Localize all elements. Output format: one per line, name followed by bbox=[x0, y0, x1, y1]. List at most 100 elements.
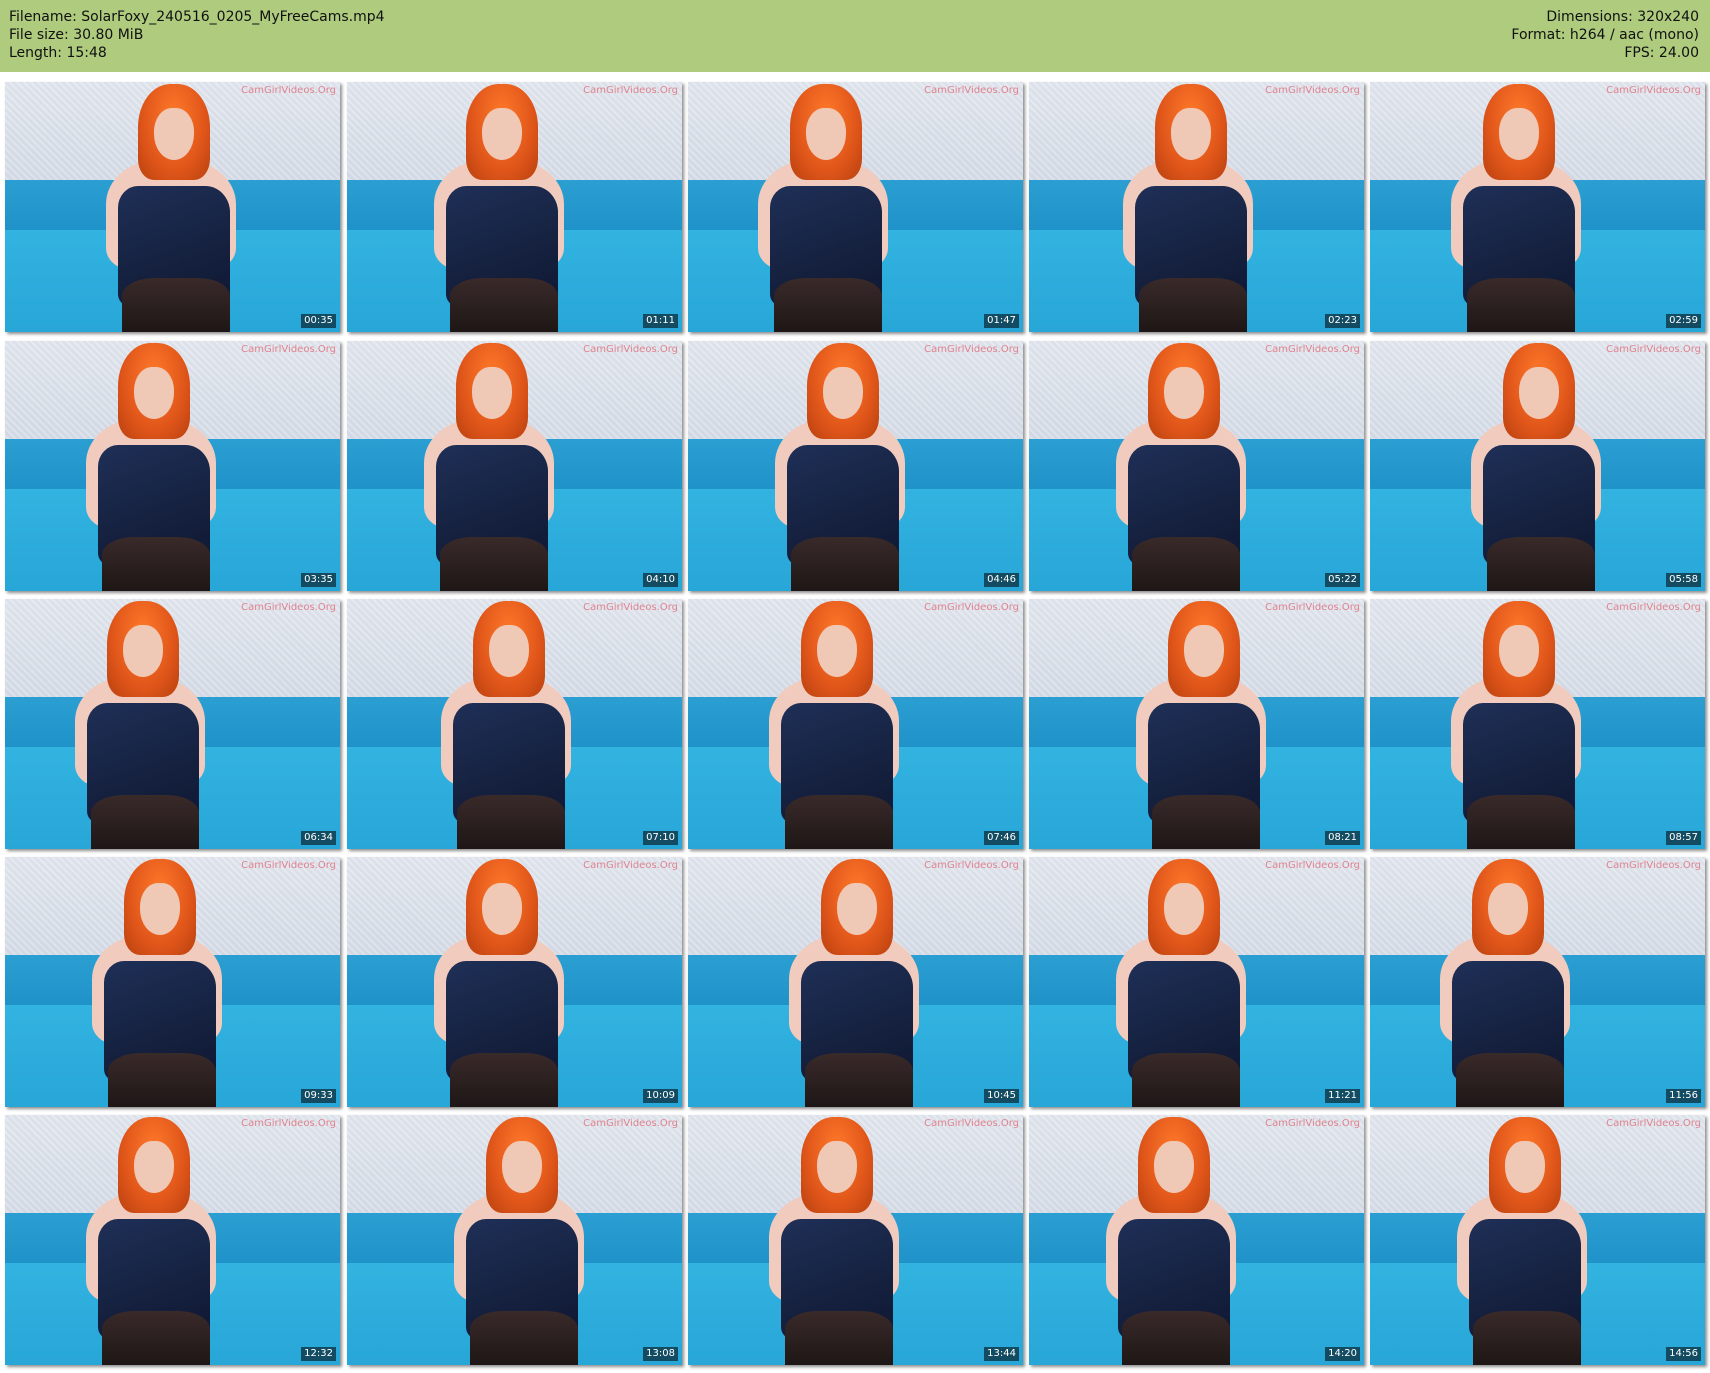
thumbnail-frame: CamGirlVideos.Org 04:46 bbox=[688, 341, 1023, 591]
watermark-text: CamGirlVideos.Org bbox=[583, 602, 678, 613]
figure-legs bbox=[1122, 1311, 1231, 1365]
thumbnail-frame: CamGirlVideos.Org 10:45 bbox=[688, 857, 1023, 1107]
timestamp-label: 07:10 bbox=[643, 831, 678, 845]
thumbnail-grid: CamGirlVideos.Org 00:35 CamGirlVideos.Org 0… bbox=[0, 82, 1710, 1373]
timestamp-label: 01:11 bbox=[643, 314, 678, 328]
figure-legs bbox=[108, 1053, 217, 1107]
timestamp-label: 04:46 bbox=[984, 573, 1019, 587]
figure-legs bbox=[91, 795, 200, 849]
thumbnail-frame: CamGirlVideos.Org 14:56 bbox=[1370, 1115, 1705, 1365]
figure-face bbox=[472, 367, 513, 419]
thumbnail-frame: CamGirlVideos.Org 00:35 bbox=[5, 82, 340, 332]
figure-face bbox=[482, 883, 523, 935]
figure-face bbox=[1164, 367, 1205, 419]
thumbnail-frame: CamGirlVideos.Org 01:11 bbox=[347, 82, 682, 332]
thumbnail-frame: CamGirlVideos.Org 07:46 bbox=[688, 599, 1023, 849]
figure-face bbox=[1498, 625, 1539, 677]
watermark-text: CamGirlVideos.Org bbox=[1265, 1118, 1360, 1129]
figure-legs bbox=[784, 795, 893, 849]
watermark-text: CamGirlVideos.Org bbox=[1265, 860, 1360, 871]
dimensions-text: Dimensions: 320x240 bbox=[1546, 9, 1699, 25]
figure-legs bbox=[1473, 1311, 1582, 1365]
timestamp-label: 00:35 bbox=[301, 314, 336, 328]
timestamp-label: 08:21 bbox=[1325, 831, 1360, 845]
timestamp-label: 05:58 bbox=[1666, 573, 1701, 587]
file-info-right: Dimensions: 320x240 Format: h264 / aac (… bbox=[1511, 8, 1699, 62]
watermark-text: CamGirlVideos.Org bbox=[924, 860, 1019, 871]
figure-face bbox=[1164, 883, 1205, 935]
figure-legs bbox=[784, 1311, 893, 1365]
timestamp-label: 13:44 bbox=[984, 1347, 1019, 1361]
watermark-text: CamGirlVideos.Org bbox=[1606, 344, 1701, 355]
timestamp-label: 03:35 bbox=[301, 573, 336, 587]
figure-legs bbox=[774, 278, 883, 332]
figure-face bbox=[482, 108, 523, 160]
filename-text: Filename: SolarFoxy_240516_0205_MyFreeCa… bbox=[9, 9, 385, 25]
figure-legs bbox=[1486, 537, 1595, 591]
figure-legs bbox=[1466, 278, 1575, 332]
figure-face bbox=[823, 367, 864, 419]
thumbnail-frame: CamGirlVideos.Org 01:47 bbox=[688, 82, 1023, 332]
figure-legs bbox=[1138, 278, 1247, 332]
thumbnail-frame: CamGirlVideos.Org 13:44 bbox=[688, 1115, 1023, 1365]
watermark-text: CamGirlVideos.Org bbox=[583, 1118, 678, 1129]
watermark-text: CamGirlVideos.Org bbox=[241, 344, 336, 355]
figure-face bbox=[133, 367, 174, 419]
figure-legs bbox=[804, 1053, 913, 1107]
watermark-text: CamGirlVideos.Org bbox=[1606, 602, 1701, 613]
format-text: Format: h264 / aac (mono) bbox=[1511, 27, 1699, 43]
watermark-text: CamGirlVideos.Org bbox=[583, 85, 678, 96]
thumbnail-frame: CamGirlVideos.Org 02:59 bbox=[1370, 82, 1705, 332]
figure-face bbox=[816, 1141, 857, 1193]
figure-face bbox=[488, 625, 529, 677]
timestamp-label: 11:56 bbox=[1666, 1089, 1701, 1103]
figure-legs bbox=[1132, 537, 1241, 591]
thumbnail-frame: CamGirlVideos.Org 14:20 bbox=[1029, 1115, 1364, 1365]
watermark-text: CamGirlVideos.Org bbox=[924, 1118, 1019, 1129]
figure-legs bbox=[1132, 1053, 1241, 1107]
thumbnail-frame: CamGirlVideos.Org 05:22 bbox=[1029, 341, 1364, 591]
timestamp-label: 13:08 bbox=[643, 1347, 678, 1361]
file-info-left: Filename: SolarFoxy_240516_0205_MyFreeCa… bbox=[9, 8, 385, 62]
timestamp-label: 12:32 bbox=[301, 1347, 336, 1361]
figure-legs bbox=[121, 278, 230, 332]
watermark-text: CamGirlVideos.Org bbox=[924, 602, 1019, 613]
watermark-text: CamGirlVideos.Org bbox=[241, 602, 336, 613]
figure-legs bbox=[791, 537, 900, 591]
figure-face bbox=[133, 1141, 174, 1193]
timestamp-label: 10:09 bbox=[643, 1089, 678, 1103]
watermark-text: CamGirlVideos.Org bbox=[241, 85, 336, 96]
timestamp-label: 05:22 bbox=[1325, 573, 1360, 587]
thumbnail-frame: CamGirlVideos.Org 10:09 bbox=[347, 857, 682, 1107]
figure-face bbox=[1505, 1141, 1546, 1193]
timestamp-label: 02:23 bbox=[1325, 314, 1360, 328]
watermark-text: CamGirlVideos.Org bbox=[583, 344, 678, 355]
contact-sheet-header: Filename: SolarFoxy_240516_0205_MyFreeCa… bbox=[0, 0, 1710, 72]
watermark-text: CamGirlVideos.Org bbox=[1265, 85, 1360, 96]
thumbnail-frame: CamGirlVideos.Org 03:35 bbox=[5, 341, 340, 591]
timestamp-label: 14:56 bbox=[1666, 1347, 1701, 1361]
thumbnail-frame: CamGirlVideos.Org 11:21 bbox=[1029, 857, 1364, 1107]
watermark-text: CamGirlVideos.Org bbox=[583, 860, 678, 871]
fps-text: FPS: 24.00 bbox=[1624, 45, 1699, 61]
watermark-text: CamGirlVideos.Org bbox=[1265, 602, 1360, 613]
timestamp-label: 01:47 bbox=[984, 314, 1019, 328]
figure-face bbox=[1518, 367, 1559, 419]
figure-face bbox=[816, 625, 857, 677]
timestamp-label: 07:46 bbox=[984, 831, 1019, 845]
figure-legs bbox=[470, 1311, 579, 1365]
figure-legs bbox=[456, 795, 565, 849]
thumbnail-frame: CamGirlVideos.Org 08:57 bbox=[1370, 599, 1705, 849]
watermark-text: CamGirlVideos.Org bbox=[924, 344, 1019, 355]
figure-face bbox=[1170, 108, 1211, 160]
figure-face bbox=[153, 108, 194, 160]
figure-legs bbox=[101, 1311, 210, 1365]
timestamp-label: 02:59 bbox=[1666, 314, 1701, 328]
timestamp-label: 10:45 bbox=[984, 1089, 1019, 1103]
length-text: Length: 15:48 bbox=[9, 45, 107, 61]
timestamp-label: 04:10 bbox=[643, 573, 678, 587]
figure-face bbox=[140, 883, 181, 935]
timestamp-label: 09:33 bbox=[301, 1089, 336, 1103]
figure-legs bbox=[440, 537, 549, 591]
thumbnail-frame: CamGirlVideos.Org 11:56 bbox=[1370, 857, 1705, 1107]
